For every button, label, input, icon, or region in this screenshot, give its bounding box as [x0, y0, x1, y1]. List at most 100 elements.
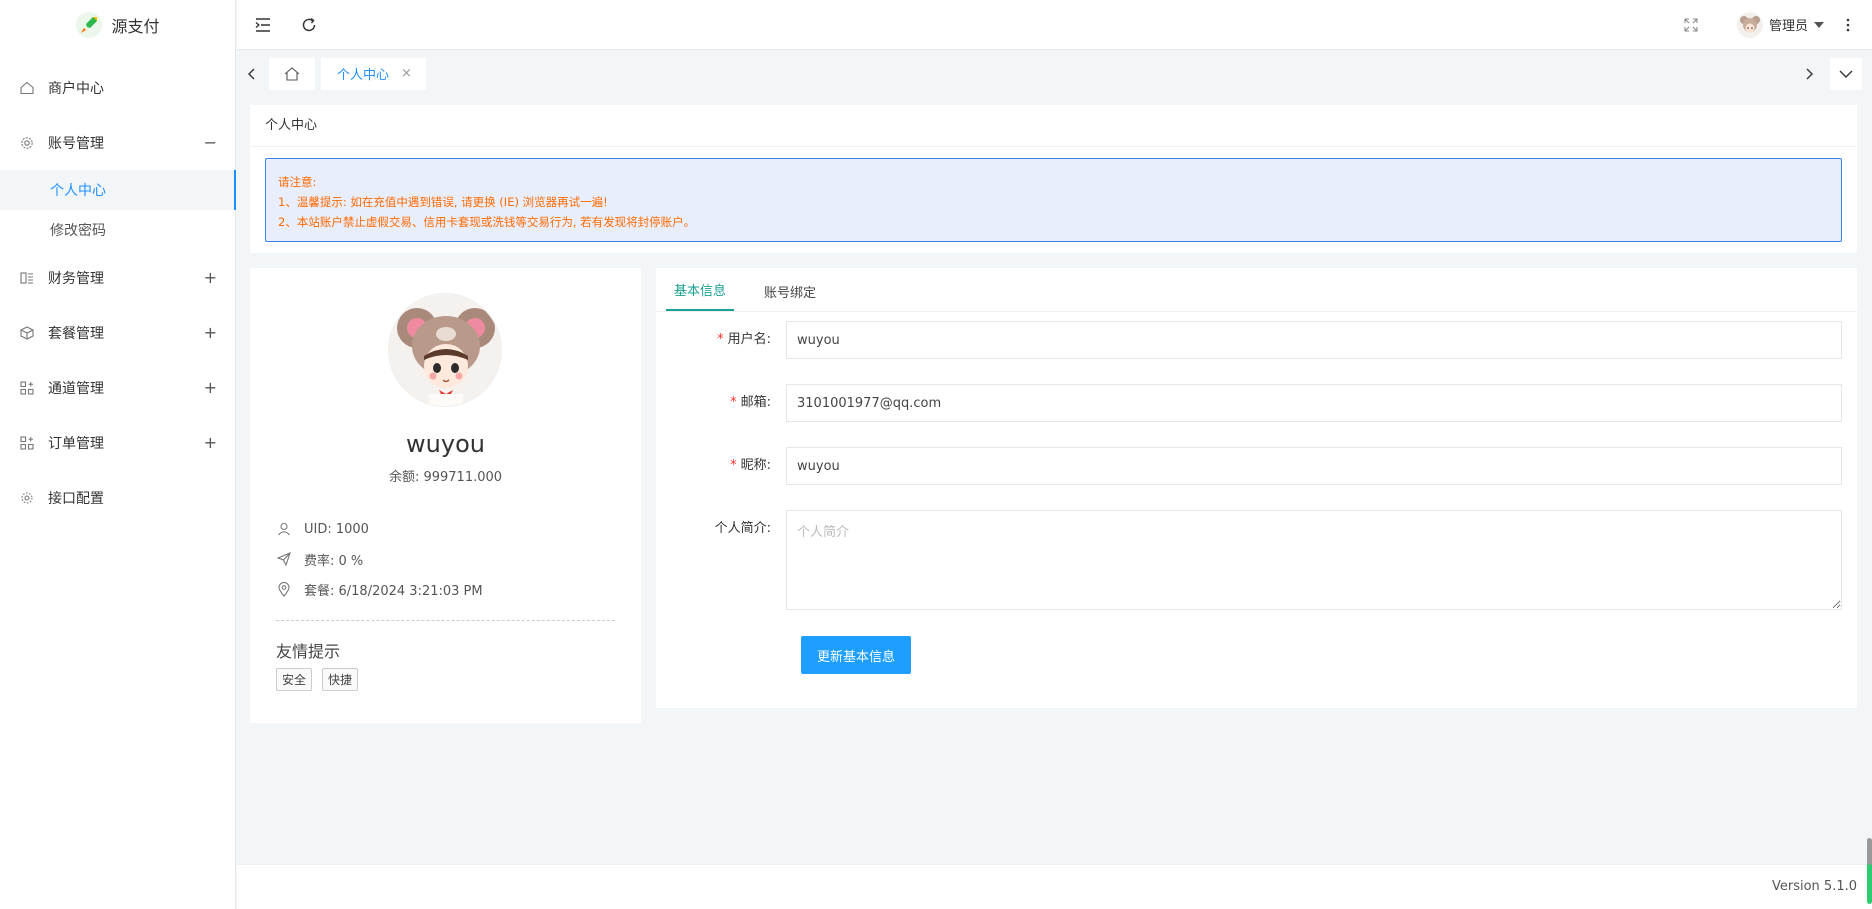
sidebar-menu: 商户中心 账号管理 − 个人中心 修改密码 财务管理 + 套餐管理 + 通道管理… — [0, 60, 236, 525]
username-label: * 用户名: — [656, 321, 786, 359]
profile-details: UID: 1000 费率: 0 % 套餐: 6/18/2024 3:21:03 … — [276, 514, 483, 604]
home-icon — [284, 66, 300, 81]
location-icon — [276, 581, 292, 597]
profile-plan-row: 套餐: 6/18/2024 3:21:03 PM — [276, 574, 483, 604]
email-row: * 邮箱: — [656, 384, 1842, 422]
more-vertical-icon[interactable] — [1838, 15, 1858, 35]
nickname-row: * 昵称: — [656, 447, 1842, 485]
box-icon — [20, 325, 34, 340]
sidebar-item-api-config[interactable]: 接口配置 — [0, 470, 235, 525]
label-text: 邮箱: — [740, 395, 771, 410]
sidebar-item-channel-management[interactable]: 通道管理 + — [0, 360, 235, 415]
label-text: 昵称: — [740, 458, 771, 473]
sidebar-item-label: 通道管理 — [48, 380, 104, 397]
fullscreen-icon[interactable] — [1681, 15, 1701, 35]
menu-fold-icon[interactable] — [253, 15, 273, 35]
profile-uid: UID: 1000 — [304, 521, 369, 537]
rocket-icon — [75, 11, 104, 39]
required-mark: * — [730, 395, 737, 410]
sidebar-item-label: 订单管理 — [48, 435, 104, 452]
email-input[interactable] — [786, 384, 1842, 422]
profile-uid-row: UID: 1000 — [276, 514, 483, 544]
avatar — [1736, 11, 1763, 38]
tabs-next-icon[interactable] — [1796, 58, 1824, 90]
user-menu[interactable]: 管理员 — [1736, 11, 1824, 38]
gear-icon — [20, 136, 34, 150]
user-icon — [276, 521, 292, 537]
expand-icon[interactable]: + — [204, 378, 217, 397]
bio-row: 个人简介: — [656, 510, 1842, 610]
top-header: 管理员 — [237, 0, 1872, 50]
profile-name: wuyou — [406, 430, 485, 458]
paper-plane-icon — [276, 551, 292, 567]
submenu-item-personal-center[interactable]: 个人中心 — [0, 170, 236, 210]
required-mark: * — [717, 332, 724, 347]
sidebar: 源支付 商户中心 账号管理 − 个人中心 修改密码 财务管理 + 套餐管理 + … — [0, 0, 236, 909]
form-tabs: 基本信息 账号绑定 — [656, 268, 1857, 312]
caret-down-icon — [1814, 17, 1824, 32]
tab-basic-info[interactable]: 基本信息 — [666, 280, 735, 311]
expand-icon[interactable]: + — [204, 268, 217, 287]
username-input[interactable] — [786, 321, 1842, 359]
sidebar-item-label: 财务管理 — [48, 270, 104, 287]
tab-account-binding[interactable]: 账号绑定 — [756, 282, 824, 311]
tab-label: 个人中心 — [337, 68, 390, 83]
expand-icon[interactable]: + — [204, 433, 217, 452]
notice-line: 2、本站账户禁止虚假交易、信用卡套现或洗钱等交易行为, 若有发现将封停账户。 — [278, 215, 696, 229]
submenu-item-label: 个人中心 — [50, 183, 106, 199]
tag-fast: 快捷 — [322, 668, 359, 691]
api-gear-icon — [20, 491, 34, 505]
collapse-icon[interactable]: − — [204, 133, 217, 152]
sidebar-item-order-management[interactable]: 订单管理 + — [0, 415, 235, 470]
footer: Version 5.1.0 — [237, 864, 1872, 909]
tag-security: 安全 — [276, 668, 313, 691]
sidebar-item-label: 商户中心 — [48, 80, 104, 97]
sidebar-item-account-management[interactable]: 账号管理 − — [0, 115, 235, 170]
expand-icon[interactable]: + — [204, 323, 217, 342]
basic-info-card: 基本信息 账号绑定 *用户名: *邮箱: *昵称: 个人简介: 更新基本信息 — [656, 268, 1857, 708]
grid-icon — [20, 380, 34, 395]
page-tabs-bar: 个人中心 × — [237, 50, 1872, 97]
sidebar-item-merchant-center[interactable]: 商户中心 — [0, 60, 235, 115]
user-name: 管理员 — [1768, 19, 1808, 34]
close-icon[interactable]: × — [401, 66, 412, 81]
home-icon — [20, 81, 34, 95]
submenu-item-label: 修改密码 — [50, 223, 106, 239]
bio-label: 个人简介: — [714, 521, 771, 536]
tab-personal-center[interactable]: 个人中心 × — [321, 57, 426, 90]
notice-line: 1、温馨提示: 如在充值中遇到错误, 请更换 (IE) 浏览器再试一遍! — [278, 195, 608, 209]
divider — [276, 620, 615, 621]
notice-box: 请注意: 1、温馨提示: 如在充值中遇到错误, 请更换 (IE) 浏览器再试一遍… — [265, 158, 1842, 242]
bio-textarea[interactable] — [786, 510, 1842, 610]
tab-home[interactable] — [269, 57, 315, 90]
required-mark: * — [730, 458, 737, 473]
sidebar-item-finance-management[interactable]: 财务管理 + — [0, 250, 235, 305]
username-row: * 用户名: — [656, 321, 1842, 359]
profile-plan: 套餐: 6/18/2024 3:21:03 PM — [304, 583, 483, 599]
logo[interactable]: 源支付 — [0, 0, 235, 50]
nickname-label: * 昵称: — [656, 447, 786, 485]
finance-icon — [20, 271, 34, 285]
brand-name: 源支付 — [111, 17, 160, 36]
scrollbar-thumb[interactable] — [1867, 838, 1872, 904]
nickname-input[interactable] — [786, 447, 1842, 485]
chevron-down-icon[interactable] — [1830, 57, 1862, 90]
tips-tags: 安全 快捷 — [276, 668, 359, 691]
profile-balance: 余额: 999711.000 — [388, 470, 503, 485]
refresh-icon[interactable] — [299, 15, 319, 35]
email-label: * 邮箱: — [656, 384, 786, 422]
submenu-item-change-password[interactable]: 修改密码 — [0, 210, 235, 250]
profile-avatar[interactable] — [388, 293, 502, 407]
tabs-prev-icon[interactable] — [237, 58, 265, 90]
label-text: 用户名: — [727, 332, 771, 347]
card-title: 个人中心 — [250, 105, 1857, 147]
sidebar-item-plan-management[interactable]: 套餐管理 + — [0, 305, 235, 360]
profile-rate-row: 费率: 0 % — [276, 544, 483, 574]
sidebar-item-label: 账号管理 — [48, 135, 104, 152]
profile-rate: 费率: 0 % — [304, 553, 364, 569]
profile-card: wuyou 余额: 999711.000 UID: 1000 费率: 0 % 套… — [250, 268, 641, 723]
notice-line: 请注意: — [278, 175, 317, 189]
notice-card: 个人中心 请注意: 1、温馨提示: 如在充值中遇到错误, 请更换 (IE) 浏览… — [250, 105, 1857, 253]
tips-title: 友情提示 — [276, 642, 341, 661]
update-basic-info-button[interactable]: 更新基本信息 — [801, 636, 912, 674]
